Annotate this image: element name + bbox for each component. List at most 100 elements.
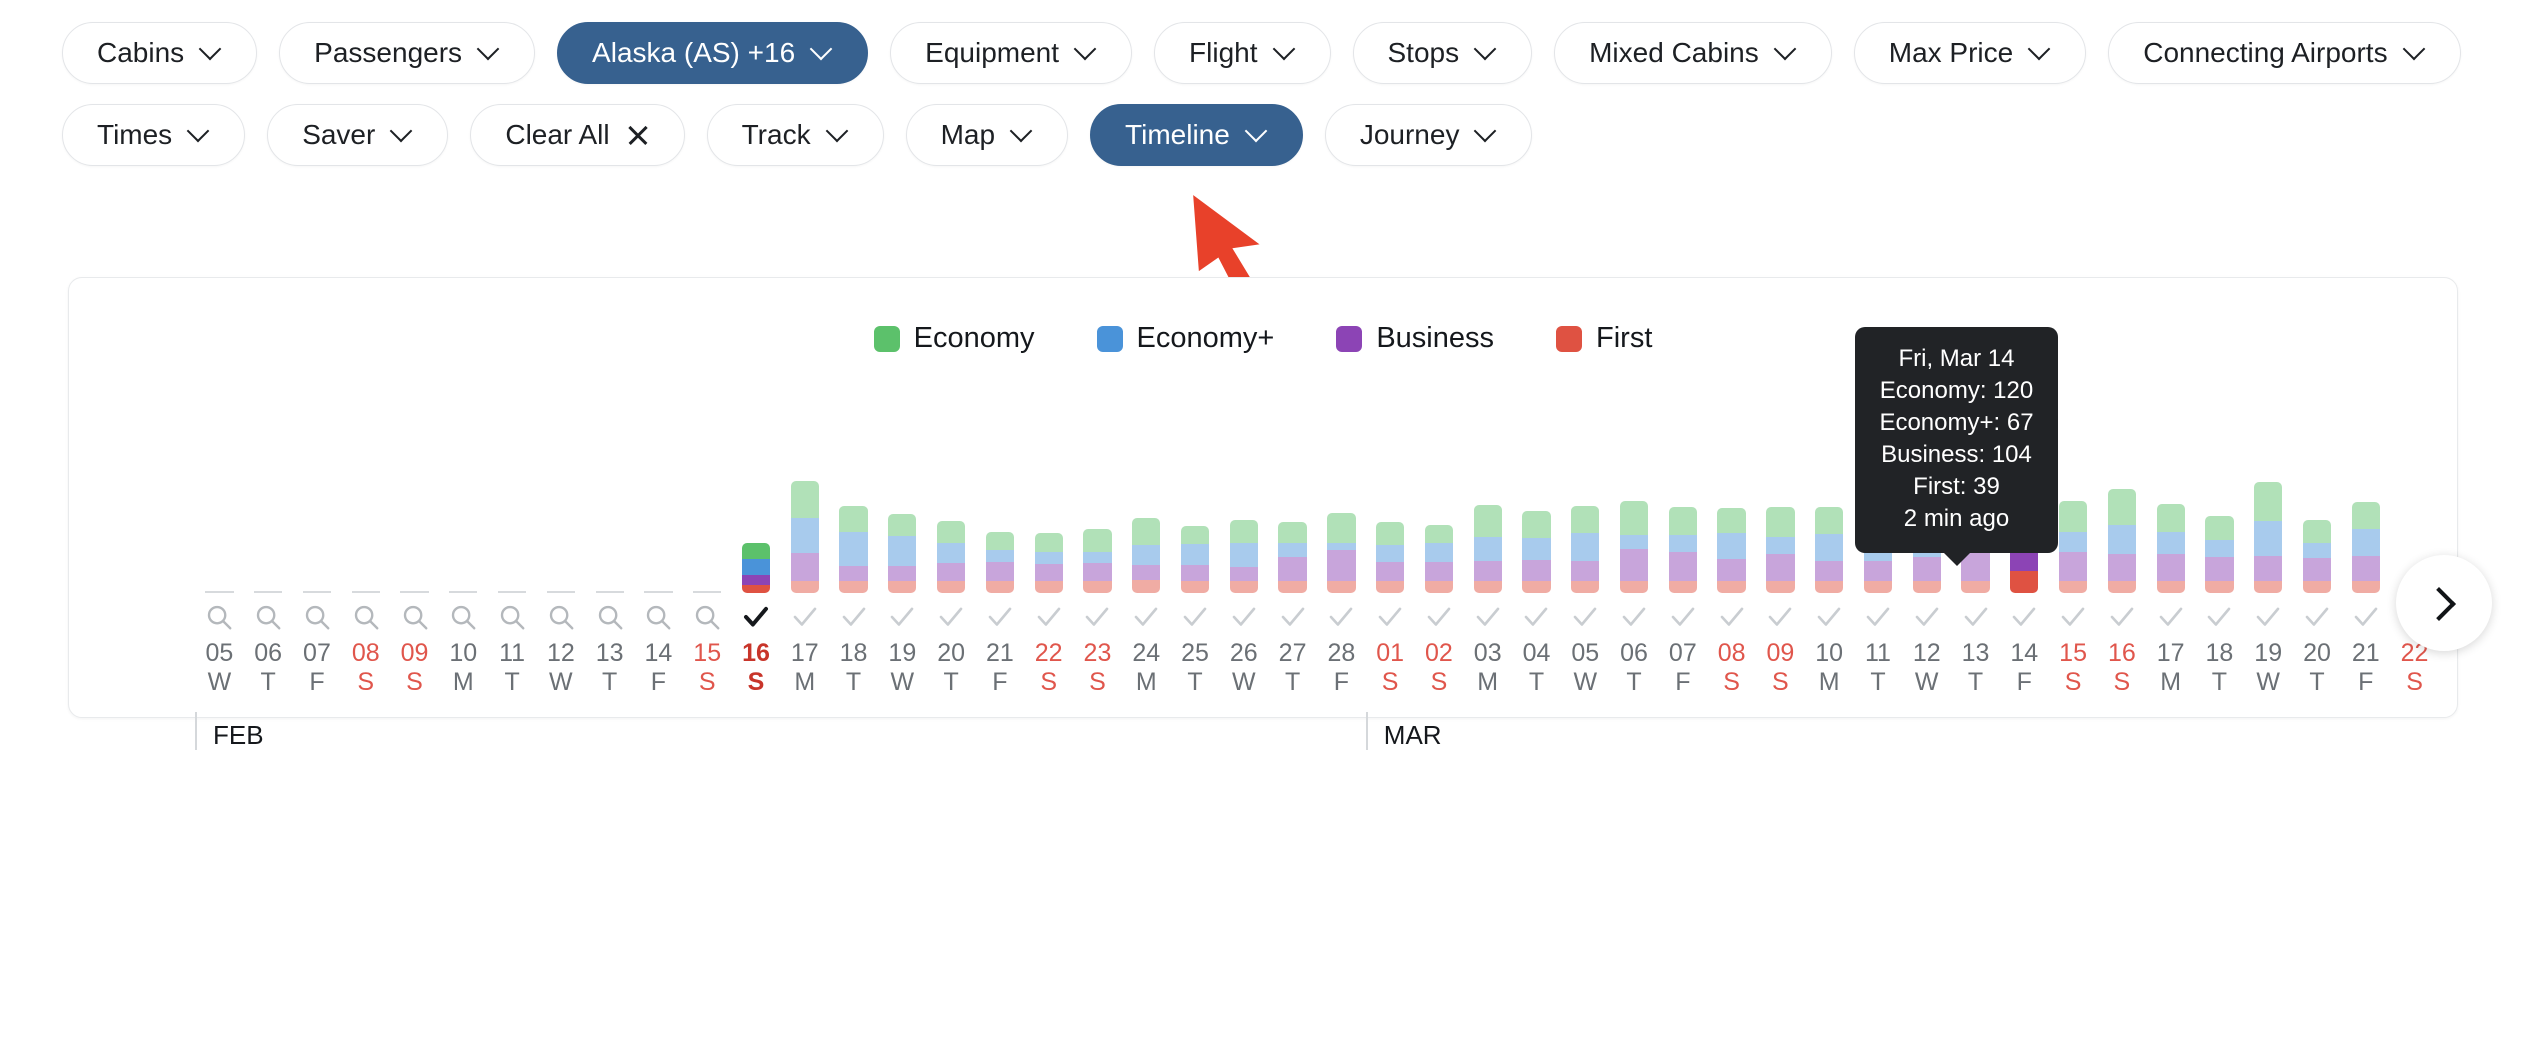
- filter-pill-saver[interactable]: Saver: [267, 104, 449, 166]
- bar-stack[interactable]: [1522, 511, 1551, 593]
- date-axis-cell[interactable]: 13 T: [1951, 600, 2000, 710]
- check-icon[interactable]: [1961, 600, 1991, 634]
- bar-column[interactable]: [927, 408, 976, 593]
- search-icon[interactable]: [595, 600, 625, 634]
- filter-pill-passengers[interactable]: Passengers: [279, 22, 536, 84]
- bar-stack[interactable]: [2107, 489, 2136, 593]
- search-icon[interactable]: [204, 600, 234, 634]
- check-icon[interactable]: [2253, 600, 2283, 634]
- date-axis-cell[interactable]: 03 M: [1463, 600, 1512, 710]
- date-axis-cell[interactable]: 14 F: [2000, 600, 2049, 710]
- bar-stack-highlighted[interactable]: [741, 542, 771, 593]
- search-icon[interactable]: [351, 600, 381, 634]
- search-icon[interactable]: [448, 600, 478, 634]
- date-axis-cell[interactable]: 28 F: [1317, 600, 1366, 710]
- date-axis-cell[interactable]: 12 W: [536, 600, 585, 710]
- bar-column[interactable]: [1658, 408, 1707, 593]
- bar-column[interactable]: [2097, 408, 2146, 593]
- check-icon[interactable]: [2204, 600, 2234, 634]
- bar-stack[interactable]: [1034, 533, 1063, 593]
- check-icon[interactable]: [1717, 600, 1747, 634]
- bar-column[interactable]: [1756, 408, 1805, 593]
- check-icon[interactable]: [1131, 600, 1161, 634]
- date-axis-cell[interactable]: 09 S: [390, 600, 439, 710]
- check-icon[interactable]: [936, 600, 966, 634]
- filter-pill-stops[interactable]: Stops: [1352, 22, 1533, 84]
- check-icon[interactable]: [1863, 600, 1893, 634]
- date-axis-cell[interactable]: 18 T: [2195, 600, 2244, 710]
- check-icon[interactable]: [1521, 600, 1551, 634]
- bar-column[interactable]: [683, 408, 732, 593]
- bar-stack[interactable]: [1083, 529, 1112, 593]
- bar-column[interactable]: [2195, 408, 2244, 593]
- date-axis-cell[interactable]: 25 T: [1171, 600, 1220, 710]
- bar-stack[interactable]: [1766, 507, 1795, 593]
- filter-pill-clear-all[interactable]: Clear All: [470, 104, 685, 166]
- bar-stack[interactable]: [936, 521, 966, 593]
- bar-column[interactable]: [1805, 408, 1854, 593]
- check-icon[interactable]: [1912, 600, 1942, 634]
- date-axis-cell[interactable]: 01 S: [1366, 600, 1415, 710]
- bar-column[interactable]: [2341, 408, 2390, 593]
- bar-column[interactable]: [585, 408, 634, 593]
- bar-column[interactable]: [780, 408, 829, 593]
- filter-pill-equipment[interactable]: Equipment: [890, 22, 1133, 84]
- bar-column[interactable]: [1122, 408, 1171, 593]
- bar-stack[interactable]: [790, 480, 819, 593]
- check-icon[interactable]: [1326, 600, 1356, 634]
- bar-stack[interactable]: [1424, 524, 1454, 593]
- bar-stack[interactable]: [1473, 505, 1502, 593]
- bar-stack[interactable]: [2058, 501, 2088, 593]
- bar-column[interactable]: [195, 408, 244, 593]
- search-icon[interactable]: [497, 600, 527, 634]
- bar-stack[interactable]: [1668, 507, 1697, 593]
- filter-pill-alaska-as-16[interactable]: Alaska (AS) +16: [557, 22, 869, 84]
- bar-stack[interactable]: [2254, 482, 2283, 593]
- bar-stack[interactable]: [1717, 508, 1746, 593]
- filter-pill-max-price[interactable]: Max Price: [1853, 22, 2087, 84]
- bar-stack[interactable]: [1327, 512, 1356, 593]
- bar-column[interactable]: [293, 408, 342, 593]
- legend-item-first[interactable]: First: [1556, 322, 1652, 355]
- bar-stack[interactable]: [2156, 504, 2185, 593]
- bar-column[interactable]: [1268, 408, 1317, 593]
- bar-stack[interactable]: [1571, 506, 1600, 593]
- date-axis-cell[interactable]: 14 F: [634, 600, 683, 710]
- bar-column[interactable]: [244, 408, 293, 593]
- check-icon[interactable]: [1619, 600, 1649, 634]
- check-icon-selected[interactable]: [741, 600, 771, 634]
- date-axis-cell[interactable]: 17 M: [780, 600, 829, 710]
- bar-stack[interactable]: [1180, 526, 1210, 593]
- bar-stack[interactable]: [1376, 521, 1405, 593]
- bar-column[interactable]: [1415, 408, 1464, 593]
- date-axis-cell[interactable]: 22 S: [1024, 600, 1073, 710]
- bar-stack[interactable]: [1132, 518, 1161, 593]
- check-icon[interactable]: [1424, 600, 1454, 634]
- filter-pill-mixed-cabins[interactable]: Mixed Cabins: [1554, 22, 1832, 84]
- date-axis-cell[interactable]: 13 T: [585, 600, 634, 710]
- bar-stack[interactable]: [888, 513, 917, 593]
- search-icon[interactable]: [643, 600, 673, 634]
- check-icon[interactable]: [1229, 600, 1259, 634]
- date-axis-cell[interactable]: 19 W: [2244, 600, 2293, 710]
- filter-pill-connecting-airports[interactable]: Connecting Airports: [2108, 22, 2461, 84]
- date-axis-cell[interactable]: 17 M: [2146, 600, 2195, 710]
- date-axis-cell[interactable]: 05 W: [1561, 600, 1610, 710]
- date-axis-cell[interactable]: 20 T: [927, 600, 976, 710]
- date-axis-cell[interactable]: 07 F: [293, 600, 342, 710]
- search-icon[interactable]: [253, 600, 283, 634]
- bar-stack[interactable]: [1229, 520, 1258, 593]
- bar-column[interactable]: [878, 408, 927, 593]
- bar-column[interactable]: [1610, 408, 1659, 593]
- bar-column[interactable]: [634, 408, 683, 593]
- check-icon[interactable]: [2302, 600, 2332, 634]
- search-icon[interactable]: [302, 600, 332, 634]
- date-axis-cell[interactable]: 18 T: [829, 600, 878, 710]
- bar-column[interactable]: [488, 408, 537, 593]
- bar-column[interactable]: [536, 408, 585, 593]
- date-axis-cell[interactable]: 09 S: [1756, 600, 1805, 710]
- date-axis-cell[interactable]: 12 W: [1902, 600, 1951, 710]
- bar-column[interactable]: [341, 408, 390, 593]
- check-icon[interactable]: [1765, 600, 1795, 634]
- date-axis-cell[interactable]: 08 S: [341, 600, 390, 710]
